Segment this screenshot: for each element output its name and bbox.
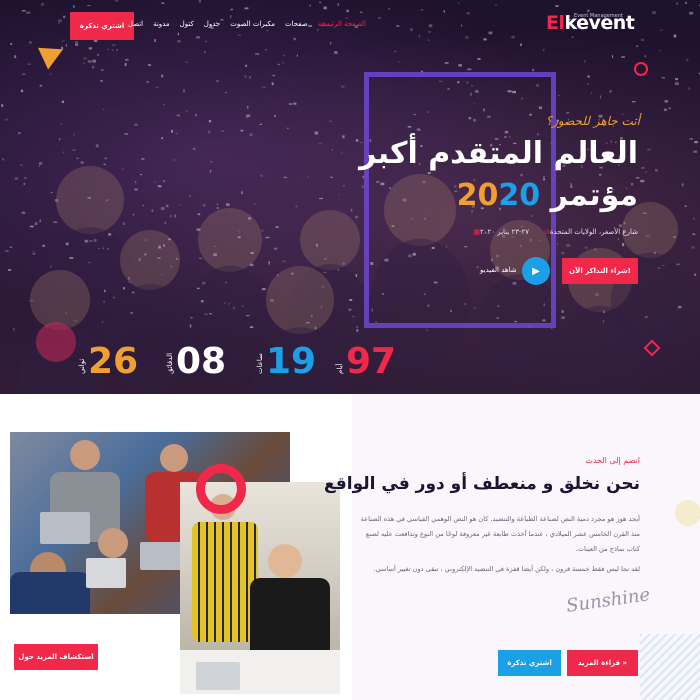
join-event-label: انضم إلى الحدث [585, 456, 640, 465]
counter-hours: ساعات 19 [256, 340, 317, 384]
about-section: استكشاف المزيد حول انضم إلى الحدث نحن نخ… [0, 394, 700, 700]
counter-days-label: أيام [336, 363, 344, 374]
hero-title-text-2: مؤتمر [540, 178, 638, 213]
watch-video-label[interactable]: شاهد الفيديو [480, 266, 517, 274]
circle-decoration [634, 62, 648, 76]
pattern-decoration [640, 634, 700, 700]
about-title-u1: منعطف [472, 474, 537, 494]
about-title-a: نحن نخلق و [536, 474, 640, 494]
speakers-photo [180, 482, 340, 694]
about-paragraph-1: أبجد هوز هو مجرد دمية النص لصناعة الطباع… [360, 515, 640, 553]
read-more-button[interactable]: قراءة المزيد » [567, 650, 638, 676]
counter-days-value: 97 [346, 341, 397, 382]
nav-item-schedule[interactable]: جدول [204, 20, 220, 28]
event-meta: ⊙شارع الأصغر، الولايات المتحدة ▦٢٧-٢٣ ين… [470, 228, 638, 236]
logo-subtitle: Event Management [574, 13, 623, 19]
hero-title-highlight: أكبر [359, 136, 418, 171]
year-part-b: 20 [498, 178, 541, 213]
nav-item-speakers[interactable]: مكبرات الصوت [230, 20, 275, 28]
venue-text: شارع الأصغر، الولايات المتحدة [549, 228, 638, 236]
nav-item-contact[interactable]: اتصل [128, 20, 143, 28]
nav-item-blocks[interactable]: كتول [180, 20, 194, 28]
event-date: ▦٢٧-٢٣ يناير ٢٠٢٠ [470, 228, 529, 236]
hero-section: اشتري تذكرة الصفحة الرئيسية صفحات مكبرات… [0, 0, 700, 394]
hero-title-line2: مؤتمر 2020 [457, 178, 638, 213]
about-title-b: أو [444, 474, 473, 494]
counter-seconds-value: 26 [88, 341, 139, 382]
year-part-a: 20 [456, 178, 499, 213]
play-icon: ▶ [532, 265, 540, 277]
hero-title-text: العالم المتقدم [417, 136, 638, 171]
date-text: ٢٧-٢٣ يناير ٢٠٢٠ [479, 228, 530, 236]
about-title-c: في الواقع [324, 474, 416, 494]
hero-kicker: أنت جاهز للحضور؟ [545, 114, 640, 128]
buy-ticket-nav-button[interactable]: اشتري تذكرة [70, 12, 134, 40]
nav-item-pages[interactable]: صفحات [285, 20, 308, 28]
counter-days: أيام 97 [336, 340, 397, 384]
venue: ⊙شارع الأصغر، الولايات المتحدة [541, 228, 638, 236]
ring-decoration [196, 464, 246, 514]
nav-item-home[interactable]: الصفحة الرئيسية [318, 20, 366, 28]
counter-minutes-value: 08 [176, 341, 227, 382]
discover-more-button[interactable]: استكشاف المزيد حول [14, 644, 98, 670]
counter-hours-label: ساعات [256, 353, 264, 374]
hero-year: 2020 [457, 178, 541, 213]
buy-ticket-button[interactable]: اشتري تذكرة [498, 650, 561, 676]
counter-hours-value: 19 [266, 341, 317, 382]
calendar-icon: ▦ [473, 228, 480, 236]
buy-tickets-button[interactable]: شراء التذاكر الآن! [562, 258, 638, 284]
about-title: نحن نخلق و منعطف أو دور في الواقع [324, 474, 640, 494]
nav-item-blog[interactable]: مدونة [153, 20, 170, 28]
dot-decoration [675, 500, 700, 526]
counter-seconds-label: ثواني [78, 358, 86, 374]
counter-minutes-label: الدقائق [166, 352, 174, 374]
counter-seconds: ثواني 26 [78, 340, 139, 384]
logo-prefix: El [546, 12, 565, 34]
counter-minutes: الدقائق 08 [166, 340, 227, 384]
about-paragraph-2: لقد نجا ليس فقط خمسة قرون ، ولكن أيضا قف… [373, 565, 640, 573]
countdown: أيام 97 ساعات 19 الدقائق 08 ثواني 26 [70, 340, 400, 384]
hero-title-line1: العالم المتقدم أكبر [359, 136, 638, 171]
about-title-u2: دور [415, 474, 445, 494]
play-video-button[interactable]: ▶ [522, 257, 550, 285]
main-nav: الصفحة الرئيسية صفحات مكبرات الصوت جدول … [128, 20, 366, 28]
